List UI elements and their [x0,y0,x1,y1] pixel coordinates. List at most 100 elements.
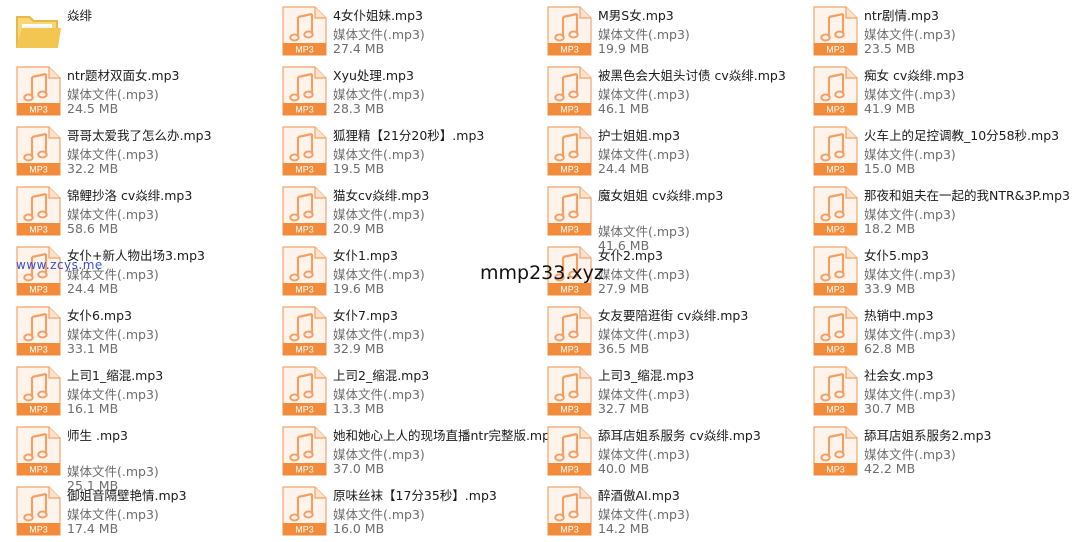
mp3-file-icon: MP3 [282,426,327,476]
file-name: 舔耳店姐系服务2.mp3 [864,428,992,443]
file-size: 28.3 MB [333,101,385,116]
file-item[interactable]: MP3 火车上的足控调教_10分58秒.mp3 媒体文件(.mp3) 15.0 MB [797,120,1059,178]
mp3-file-icon: MP3 [282,186,327,236]
file-size: 46.1 MB [598,101,650,116]
file-name: 女仆7.mp3 [333,308,398,323]
file-item[interactable]: MP3 护士姐姐.mp3 媒体文件(.mp3) 24.4 MB [531,120,793,178]
file-item[interactable]: MP3 上司2_缩混.mp3 媒体文件(.mp3) 13.3 MB [266,360,528,418]
file-size: 17.4 MB [67,521,119,536]
file-name: 被黑色会大姐头讨债 cv焱绯.mp3 [598,68,786,83]
mp3-file-icon: MP3 [813,306,858,356]
svg-text:MP3: MP3 [295,525,314,535]
file-size: 27.4 MB [333,41,385,56]
mp3-file-icon: MP3 [282,6,327,56]
file-size: 30.7 MB [864,401,916,416]
file-item[interactable]: MP3 舔耳店姐系服务 cv焱绯.mp3 媒体文件(.mp3) 40.0 MB [531,420,793,478]
file-size: 23.5 MB [864,41,916,56]
folder-name: 焱绯 [67,8,93,23]
svg-text:MP3: MP3 [826,285,845,295]
file-size: 18.2 MB [864,221,916,236]
svg-text:MP3: MP3 [826,345,845,355]
mp3-file-icon: MP3 [813,126,858,176]
file-name: 那夜和姐夫在一起的我NTR&3P.mp3 [864,188,1071,203]
file-item[interactable]: MP3 女友要陪逛街 cv焱绯.mp3 媒体文件(.mp3) 36.5 MB [531,300,793,358]
file-size: 14.2 MB [598,521,650,536]
file-size: 20.9 MB [333,221,385,236]
file-item[interactable]: MP3 上司1_缩混.mp3 媒体文件(.mp3) 16.1 MB [0,360,262,418]
svg-text:MP3: MP3 [826,45,845,55]
mp3-file-icon: MP3 [282,126,327,176]
file-item[interactable]: MP3 女仆6.mp3 媒体文件(.mp3) 33.1 MB [0,300,262,358]
file-size: 33.1 MB [67,341,119,356]
file-item[interactable]: MP3 ntr题材双面女.mp3 媒体文件(.mp3) 24.5 MB [0,60,262,118]
file-item[interactable]: MP3 原味丝袜【17分35秒】.mp3 媒体文件(.mp3) 16.0 MB [266,480,528,538]
mp3-file-icon: MP3 [547,126,592,176]
file-item[interactable]: MP3 女仆7.mp3 媒体文件(.mp3) 32.9 MB [266,300,528,358]
file-item[interactable]: MP3 上司3_缩混.mp3 媒体文件(.mp3) 32.7 MB [531,360,793,418]
file-name: 上司2_缩混.mp3 [333,368,430,383]
mp3-file-icon: MP3 [547,426,592,476]
file-item[interactable]: MP3 舔耳店姐系服务2.mp3 媒体文件(.mp3) 42.2 MB [797,420,1059,478]
svg-text:MP3: MP3 [295,225,314,235]
file-item[interactable]: MP3 4女仆姐妹.mp3 媒体文件(.mp3) 27.4 MB [266,0,528,58]
file-item[interactable]: MP3 社会女.mp3 媒体文件(.mp3) 30.7 MB [797,360,1059,418]
mp3-file-icon: MP3 [813,6,858,56]
file-item[interactable]: MP3 魔女姐姐 cv焱绯.mp3 媒体文件(.mp3) 41.6 MB [531,180,793,253]
watermark-left: www.zcys.me [16,258,103,272]
file-size: 24.5 MB [67,101,119,116]
svg-text:MP3: MP3 [29,345,48,355]
svg-text:MP3: MP3 [826,105,845,115]
file-item[interactable]: MP3 御姐音隔壁艳情.mp3 媒体文件(.mp3) 17.4 MB [0,480,262,538]
file-name: 猫女cv焱绯.mp3 [333,188,430,203]
file-item[interactable]: MP3 猫女cv焱绯.mp3 媒体文件(.mp3) 20.9 MB [266,180,528,238]
file-size: 19.5 MB [333,161,385,176]
file-name: 火车上的足控调教_10分58秒.mp3 [864,128,1060,143]
file-item[interactable]: MP3 痴女 cv焱绯.mp3 媒体文件(.mp3) 41.9 MB [797,60,1059,118]
file-size: 41.9 MB [864,101,916,116]
file-item[interactable]: MP3 女仆5.mp3 媒体文件(.mp3) 33.9 MB [797,240,1059,298]
file-name: 女仆2.mp3 [598,248,663,263]
file-item[interactable]: MP3 哥哥太爱我了怎么办.mp3 媒体文件(.mp3) 32.2 MB [0,120,262,178]
mp3-file-icon: MP3 [813,186,858,236]
file-item[interactable]: MP3 锦鲤抄洛 cv焱绯.mp3 媒体文件(.mp3) 58.6 MB [0,180,262,238]
file-name: 舔耳店姐系服务 cv焱绯.mp3 [598,428,761,443]
file-name: 狐狸精【21分20秒】.mp3 [333,128,485,143]
file-name: 社会女.mp3 [864,368,934,383]
file-name: 护士姐姐.mp3 [598,128,681,143]
file-size: 62.8 MB [864,341,916,356]
file-size: 24.4 MB [598,161,650,176]
file-item[interactable]: MP3 M男S女.mp3 媒体文件(.mp3) 19.9 MB [531,0,793,58]
file-item[interactable]: MP3 热销中.mp3 媒体文件(.mp3) 62.8 MB [797,300,1059,358]
file-item[interactable]: MP3 那夜和姐夫在一起的我NTR&3P.mp3 媒体文件(.mp3) 18.2 MB [797,180,1070,238]
mp3-file-icon: MP3 [813,366,858,416]
file-item[interactable]: MP3 被黑色会大姐头讨债 cv焱绯.mp3 媒体文件(.mp3) 46.1 MB [531,60,793,118]
mp3-file-icon: MP3 [547,486,592,536]
mp3-file-icon: MP3 [282,246,327,296]
file-name: Xyu处理.mp3 [333,68,414,83]
file-size: 32.2 MB [67,161,119,176]
file-item[interactable]: MP3 Xyu处理.mp3 媒体文件(.mp3) 28.3 MB [266,60,528,118]
svg-text:MP3: MP3 [826,165,845,175]
mp3-file-icon: MP3 [282,486,327,536]
svg-text:MP3: MP3 [295,345,314,355]
file-item[interactable]: MP3 她和她心上人的现场直播ntr完整版.mp3 媒体文件(.mp3) 37.0 M… [266,420,558,478]
file-name: 女仆1.mp3 [333,248,398,263]
file-item[interactable]: MP3 ntr剧情.mp3 媒体文件(.mp3) 23.5 MB [797,0,1059,58]
mp3-file-icon: MP3 [16,486,61,536]
file-item[interactable]: MP3 师生 .mp3 媒体文件(.mp3) 25.1 MB [0,420,262,493]
svg-text:MP3: MP3 [295,45,314,55]
svg-text:MP3: MP3 [295,105,314,115]
file-item[interactable]: MP3 狐狸精【21分20秒】.mp3 媒体文件(.mp3) 19.5 MB [266,120,528,178]
file-name: ntr题材双面女.mp3 [67,68,180,83]
file-size: 16.0 MB [333,521,385,536]
mp3-file-icon: MP3 [282,66,327,116]
svg-text:MP3: MP3 [29,105,48,115]
watermark-center: mmp233.xyz [480,262,604,284]
file-size: 33.9 MB [864,281,916,296]
file-size: 19.9 MB [598,41,650,56]
svg-text:MP3: MP3 [560,465,579,475]
file-name: 女友要陪逛街 cv焱绯.mp3 [598,308,749,323]
folder-item[interactable]: 焱绯 [0,0,262,58]
file-item[interactable]: MP3 醉酒傲AI.mp3 媒体文件(.mp3) 14.2 MB [531,480,793,538]
svg-text:MP3: MP3 [295,405,314,415]
